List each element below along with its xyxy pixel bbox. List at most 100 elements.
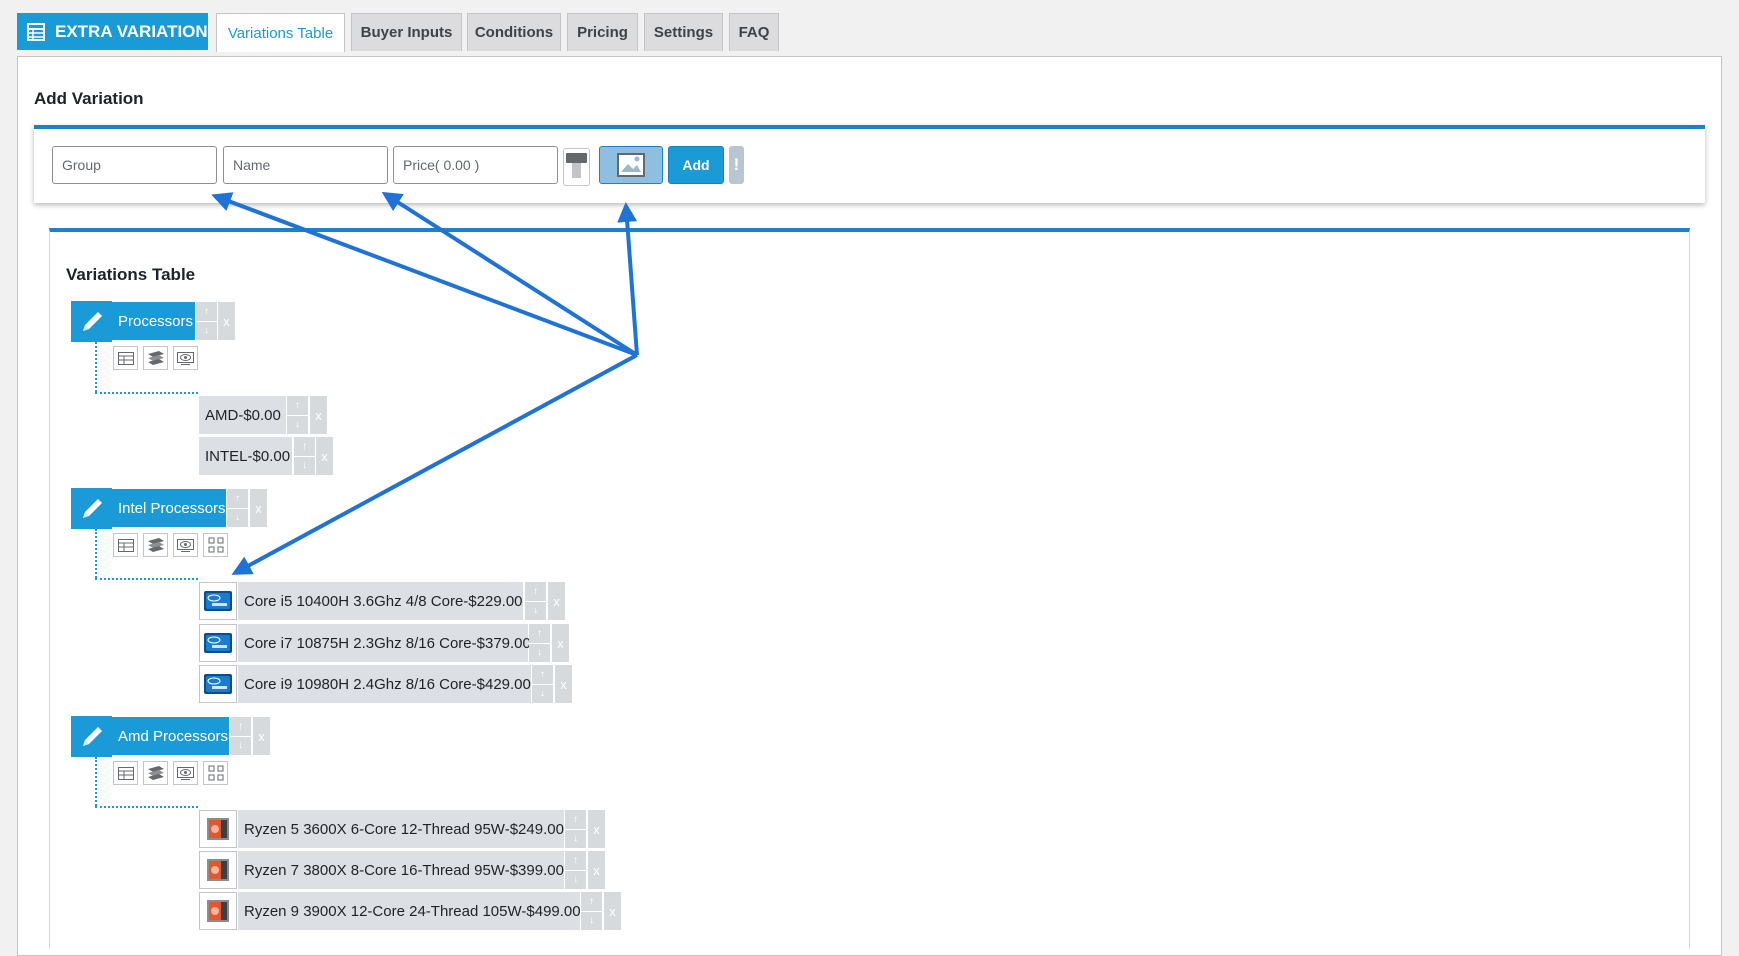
move-down-icon[interactable]: ↓ [532,683,553,704]
remove-group-intel-button[interactable]: x [250,489,267,527]
remove-item-button[interactable]: x [548,582,565,620]
color-picker-icon [566,153,587,178]
variation-item-ryzen-7: Ryzen 7 3800X 8-Core 16-Thread 95W-$399.… [238,851,564,889]
edit-group-processors-button[interactable] [71,301,112,342]
variation-item-ryzen-9: Ryzen 9 3900X 12-Core 24-Thread 105W-$49… [238,892,581,930]
table-view-icon[interactable] [113,533,138,557]
move-up-icon[interactable]: ↑ [196,302,217,321]
preview-icon[interactable] [173,533,198,557]
item-reorder[interactable]: ↑ ↓ [581,892,602,930]
tab-pricing[interactable]: Pricing [567,13,638,51]
variation-item-core-i9: Core i9 10980H 2.4Ghz 8/16 Core-$429.00 [238,665,531,703]
item-reorder[interactable]: ↑ ↓ [565,851,586,889]
remove-item-button[interactable]: x [588,810,605,848]
layers-icon[interactable] [143,346,168,370]
amd-ryzen-box-icon [199,892,237,930]
item-reorder[interactable]: ↑ ↓ [565,810,586,848]
remove-group-processors-button[interactable]: x [218,302,235,340]
tree-connector [95,392,198,394]
group-label-amd-processors: Amd Processors [111,717,229,755]
variations-table-heading: Variations Table [66,265,196,284]
move-down-icon[interactable]: ↓ [529,642,550,663]
tree-connector [95,757,97,806]
image-icon [617,153,645,177]
intel-chip-icon [199,665,237,703]
group-reorder-processors[interactable]: ↑ ↓ [196,302,217,340]
move-up-icon[interactable]: ↑ [287,396,308,415]
variation-item-ryzen-5: Ryzen 5 3600X 6-Core 12-Thread 95W-$249.… [238,810,564,848]
amd-ryzen-box-icon [199,851,237,889]
group-reorder-amd[interactable]: ↑ ↓ [230,717,251,755]
item-reorder[interactable]: ↑ ↓ [529,624,550,662]
move-up-icon[interactable]: ↑ [230,717,251,736]
layers-icon[interactable] [143,533,168,557]
amd-ryzen-box-icon [199,810,237,848]
edit-group-intel-button[interactable] [71,488,112,529]
grid-view-icon[interactable] [203,533,228,557]
tree-connector [95,529,97,578]
plugin-brand: EXTRA VARIATION [17,13,208,50]
add-button[interactable]: Add [668,146,724,184]
tab-variations-table[interactable]: Variations Table [216,13,345,52]
move-down-icon[interactable]: ↓ [565,828,586,849]
table-list-icon [27,22,45,41]
preview-icon[interactable] [173,761,198,785]
remove-item-button[interactable]: x [316,437,333,475]
move-up-icon[interactable]: ↑ [525,582,546,601]
brand-title: EXTRA VARIATION [55,21,208,41]
move-up-icon[interactable]: ↑ [565,810,586,829]
remove-item-button[interactable]: x [555,665,572,703]
variation-item-core-i5: Core i5 10400H 3.6Ghz 4/8 Core-$229.00 [238,582,523,620]
image-upload-button[interactable] [599,146,663,184]
tab-buyer-inputs[interactable]: Buyer Inputs [351,13,462,51]
move-up-icon[interactable]: ↑ [532,665,553,684]
pencil-icon [82,726,102,746]
pencil-icon [82,311,102,331]
move-down-icon[interactable]: ↓ [227,507,248,528]
edit-group-amd-button[interactable] [71,716,112,757]
remove-item-button[interactable]: x [604,892,621,930]
pencil-icon [82,498,102,518]
variation-item-core-i7: Core i7 10875H 2.3Ghz 8/16 Core-$379.00 [238,624,531,662]
move-up-icon[interactable]: ↑ [581,892,602,911]
move-down-icon[interactable]: ↓ [581,910,602,931]
move-up-icon[interactable]: ↑ [565,851,586,870]
info-button[interactable]: ! [729,146,744,184]
remove-item-button[interactable]: x [310,396,327,434]
move-down-icon[interactable]: ↓ [230,735,251,756]
item-reorder[interactable]: ↑ ↓ [294,437,315,475]
layers-icon[interactable] [143,761,168,785]
item-reorder[interactable]: ↑ ↓ [532,665,553,703]
table-view-icon[interactable] [113,346,138,370]
intel-chip-icon [199,582,237,620]
group-input[interactable] [52,146,217,184]
add-variation-heading: Add Variation [34,89,144,108]
move-down-icon[interactable]: ↓ [525,600,546,621]
move-down-icon[interactable]: ↓ [565,869,586,890]
item-reorder[interactable]: ↑ ↓ [287,396,308,434]
tab-faq[interactable]: FAQ [729,13,779,51]
remove-item-button[interactable]: x [588,851,605,889]
move-up-icon[interactable]: ↑ [294,437,315,456]
remove-item-button[interactable]: x [552,624,569,662]
color-swatch-button[interactable] [563,148,590,186]
move-up-icon[interactable]: ↑ [529,624,550,643]
tree-connector [95,806,198,808]
group-reorder-intel[interactable]: ↑ ↓ [227,489,248,527]
tab-conditions[interactable]: Conditions [467,13,561,51]
tree-connector [95,342,97,392]
price-input[interactable] [393,146,558,184]
remove-group-amd-button[interactable]: x [253,717,270,755]
grid-view-icon[interactable] [203,761,228,785]
table-view-icon[interactable] [113,761,138,785]
move-up-icon[interactable]: ↑ [227,489,248,508]
tab-settings[interactable]: Settings [644,13,723,51]
group-label-intel-processors: Intel Processors [111,489,226,527]
move-down-icon[interactable]: ↓ [196,320,217,341]
item-reorder[interactable]: ↑ ↓ [525,582,546,620]
move-down-icon[interactable]: ↓ [287,414,308,435]
group-label-processors: Processors [111,302,195,340]
preview-icon[interactable] [173,346,198,370]
name-input[interactable] [223,146,388,184]
move-down-icon[interactable]: ↓ [294,455,315,476]
